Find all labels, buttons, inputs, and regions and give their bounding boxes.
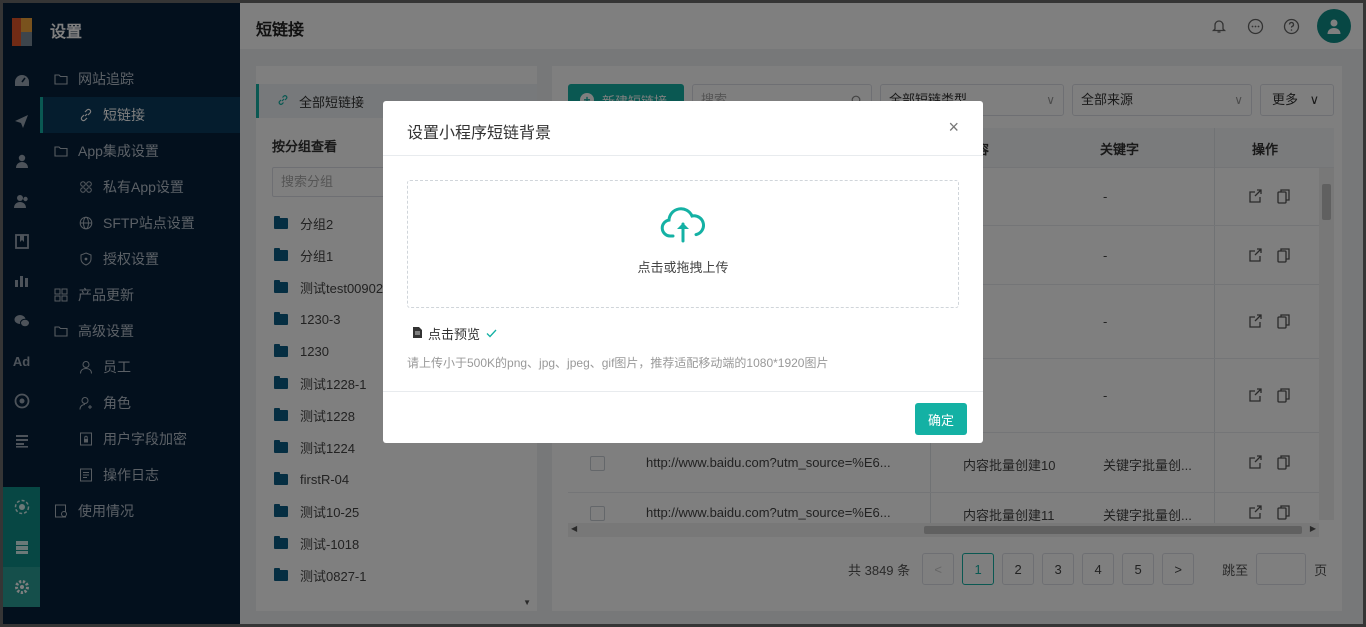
upload-note: 请上传小于500K的png、jpg、jpeg、gif图片，推荐适配移动端的108… xyxy=(407,356,829,370)
background-setting-dialog: 设置小程序短链背景 × 点击或拖拽上传 点击预览 请上传小于500K的png、j… xyxy=(383,101,983,443)
cloud-upload-icon xyxy=(660,207,706,246)
dialog-title: 设置小程序短链背景 xyxy=(407,125,552,142)
preview-link[interactable]: 点击预览 xyxy=(413,324,497,343)
document-icon xyxy=(413,326,422,341)
close-icon[interactable]: × xyxy=(948,118,959,136)
preview-label: 点击预览 xyxy=(428,327,481,342)
confirm-button[interactable]: 确定 xyxy=(915,403,967,435)
upload-dropzone[interactable]: 点击或拖拽上传 xyxy=(407,180,959,308)
upload-hint: 点击或拖拽上传 xyxy=(637,260,729,275)
check-icon xyxy=(486,326,497,341)
